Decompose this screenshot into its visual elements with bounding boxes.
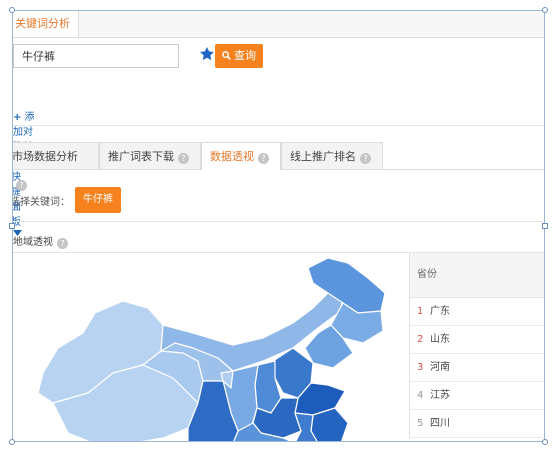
province-name: 河南 <box>430 362 450 373</box>
table-row[interactable]: 5 四川 <box>410 410 544 438</box>
region-title-label: 地域透视 <box>13 237 53 248</box>
resize-handle[interactable] <box>542 7 548 13</box>
province-name: 山东 <box>430 334 450 345</box>
tab-label: 市场数据分析 <box>12 150 78 163</box>
tab-bar: 关键词分析 <box>13 11 544 38</box>
help-icon[interactable]: ? <box>258 153 269 164</box>
tab-label: 线上推广排名 <box>290 150 356 163</box>
province-name: 广东 <box>430 306 450 317</box>
rank-number: 4 <box>417 390 424 401</box>
resize-handle[interactable] <box>9 439 15 445</box>
subtab-bar: 市场数据分析? 推广词表下载? 数据透视? 线上推广排名? <box>12 142 544 191</box>
star-icon[interactable] <box>199 46 215 62</box>
resize-handle[interactable] <box>542 223 548 229</box>
divider <box>13 125 544 126</box>
china-map-svg <box>37 257 386 441</box>
search-icon <box>222 51 231 60</box>
table-row[interactable]: 1 广东 <box>410 298 544 326</box>
content-panel: 关键词分析 查询 +添加对比关键词 展开快捷面板 市场数据分析? 推广词表下载?… <box>12 10 545 442</box>
tab-keyword-download[interactable]: 推广词表下载? <box>99 142 201 169</box>
query-label: 查询 <box>234 50 256 62</box>
plus-icon: + <box>13 112 22 123</box>
table-row[interactable]: 3 河南 <box>410 354 544 382</box>
china-map <box>13 253 409 441</box>
help-icon[interactable]: ? <box>360 153 371 164</box>
keyword-input[interactable] <box>13 44 179 68</box>
table-row[interactable]: 4 江苏 <box>410 382 544 410</box>
tab-market-analysis[interactable]: 市场数据分析? <box>12 142 99 191</box>
resize-handle[interactable] <box>9 223 15 229</box>
select-keyword-label: 选择关键词： <box>12 197 70 208</box>
province-name: 江苏 <box>430 390 450 401</box>
province-table: 省份 1 广东 2 山东 3 河南 4 江苏 5 四川 <box>409 253 544 438</box>
tab-online-ranking[interactable]: 线上推广排名? <box>281 142 383 169</box>
rank-number: 3 <box>417 362 424 373</box>
query-button[interactable]: 查询 <box>215 44 263 68</box>
rank-number: 5 <box>417 418 424 429</box>
rank-number: 2 <box>417 334 424 345</box>
table-row[interactable]: 2 山东 <box>410 326 544 354</box>
keyword-chip[interactable]: 牛仔裤 <box>75 187 121 213</box>
tab-keyword-analysis[interactable]: 关键词分析 <box>13 11 79 37</box>
tab-label: 推广词表下载 <box>108 150 174 163</box>
tab-label: 数据透视 <box>210 150 254 163</box>
region-title: 地域透视? <box>13 233 68 249</box>
divider <box>13 221 544 222</box>
help-icon[interactable]: ? <box>178 153 189 164</box>
table-header: 省份 <box>410 253 544 298</box>
help-icon[interactable]: ? <box>16 180 27 191</box>
resize-handle[interactable] <box>9 7 15 13</box>
resize-handle[interactable] <box>542 439 548 445</box>
help-icon[interactable]: ? <box>57 238 68 249</box>
province-name: 四川 <box>430 418 450 429</box>
tab-data-pivot[interactable]: 数据透视? <box>201 142 281 170</box>
rank-number: 1 <box>417 306 424 317</box>
